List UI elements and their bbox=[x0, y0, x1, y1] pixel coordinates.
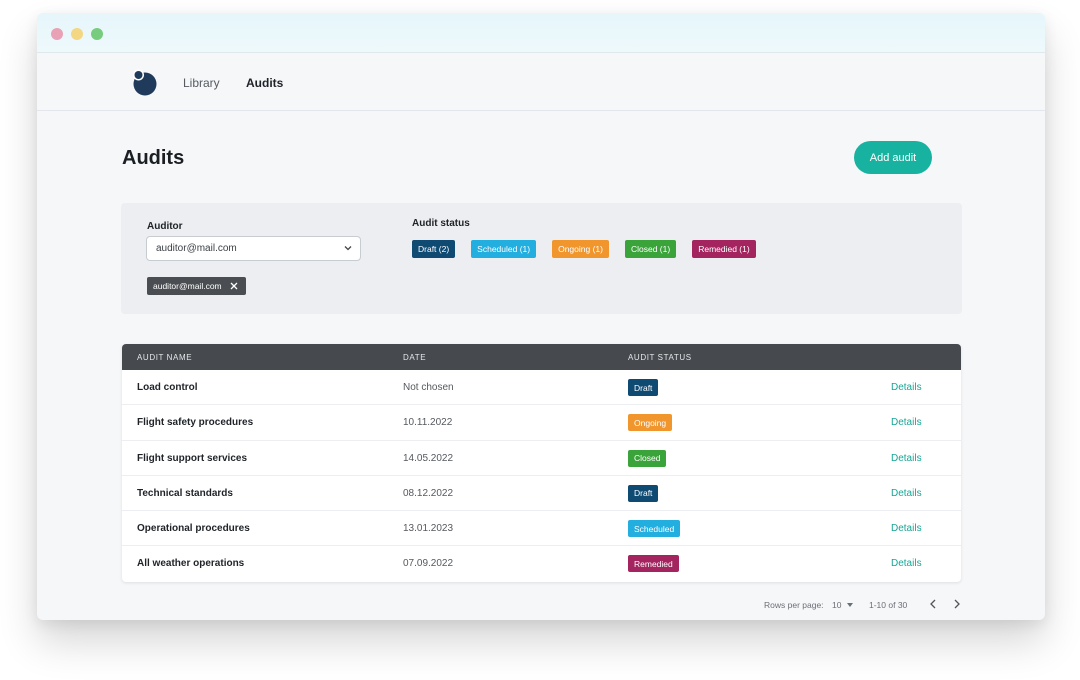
status-tag-ongoing[interactable]: Ongoing (1) bbox=[552, 240, 609, 258]
close-icon[interactable] bbox=[230, 282, 238, 290]
nav-link-audits[interactable]: Audits bbox=[246, 76, 283, 90]
nav-link-library[interactable]: Library bbox=[183, 76, 220, 90]
close-window-button[interactable] bbox=[51, 28, 63, 40]
audit-name: All weather operations bbox=[137, 558, 245, 570]
status-tag-remedied[interactable]: Remedied (1) bbox=[692, 240, 756, 258]
auditor-chip: auditor@mail.com bbox=[147, 277, 246, 295]
chevron-right-icon[interactable] bbox=[953, 599, 961, 609]
details-link[interactable]: Details bbox=[891, 382, 922, 393]
audit-date: 13.01.2023 bbox=[403, 523, 454, 535]
details-link[interactable]: Details bbox=[891, 558, 922, 569]
auditor-select-value: auditor@mail.com bbox=[156, 243, 237, 254]
table-row: All weather operations 07.09.2022 Remedi… bbox=[122, 546, 961, 581]
status-badge: Closed bbox=[628, 449, 667, 467]
status-badge: Scheduled bbox=[628, 520, 681, 538]
page-title: Audits bbox=[122, 147, 185, 169]
audit-name: Flight support services bbox=[137, 452, 248, 464]
audit-name: Load control bbox=[137, 382, 198, 393]
auditor-select[interactable]: auditor@mail.com bbox=[146, 236, 361, 261]
rows-per-page-select[interactable]: 10 bbox=[832, 600, 841, 610]
audit-date: 07.09.2022 bbox=[403, 558, 454, 570]
rows-per-page-label: Rows per page: bbox=[764, 600, 824, 610]
title-bar bbox=[37, 13, 1045, 53]
status-badge: Draft bbox=[628, 484, 659, 502]
table-row: Load control Not chosen Draft Details bbox=[122, 370, 961, 406]
app-window: Library Audits Audits Add audit Auditor … bbox=[37, 13, 1045, 620]
chevron-left-icon[interactable] bbox=[929, 599, 937, 609]
status-filter-tags: Draft (2) Scheduled (1) Ongoing (1) Clos… bbox=[412, 240, 772, 258]
audit-date: 10.11.2022 bbox=[403, 417, 453, 429]
chevron-down-icon[interactable] bbox=[847, 603, 853, 607]
audit-date: 08.12.2022 bbox=[403, 487, 454, 499]
logo-icon[interactable] bbox=[131, 68, 157, 96]
details-link[interactable]: Details bbox=[891, 523, 922, 534]
audit-date: Not chosen bbox=[403, 382, 454, 393]
minimize-window-button[interactable] bbox=[71, 28, 83, 40]
top-nav: Library Audits bbox=[37, 53, 1045, 111]
status-badge: Remedied bbox=[628, 555, 679, 573]
add-audit-button[interactable]: Add audit bbox=[854, 141, 932, 174]
table-row: Flight support services 14.05.2022 Close… bbox=[122, 441, 961, 476]
status-badge: Draft bbox=[628, 379, 659, 396]
maximize-window-button[interactable] bbox=[91, 28, 103, 40]
auditor-label: Auditor bbox=[147, 221, 183, 232]
details-link[interactable]: Details bbox=[891, 488, 922, 499]
details-link[interactable]: Details bbox=[891, 417, 922, 428]
status-tag-scheduled[interactable]: Scheduled (1) bbox=[471, 240, 537, 258]
status-tag-closed[interactable]: Closed (1) bbox=[624, 240, 677, 258]
column-header-audit-name[interactable]: AUDIT NAME bbox=[137, 353, 192, 362]
pagination-range: 1-10 of 30 bbox=[869, 600, 908, 610]
table-row: Flight safety procedures 10.11.2022 Ongo… bbox=[122, 405, 961, 441]
auditor-chip-label: auditor@mail.com bbox=[153, 281, 222, 291]
table-row: Operational procedures 13.01.2023 Schedu… bbox=[122, 511, 961, 547]
status-badge: Ongoing bbox=[628, 414, 673, 432]
table-row: Technical standards 08.12.2022 Draft Det… bbox=[122, 476, 961, 512]
table-header: AUDIT NAME DATE AUDIT STATUS bbox=[122, 344, 961, 370]
filter-panel: Auditor auditor@mail.com auditor@mail.co… bbox=[121, 203, 962, 314]
column-header-audit-status[interactable]: AUDIT STATUS bbox=[628, 353, 692, 362]
status-tag-draft[interactable]: Draft (2) bbox=[412, 240, 456, 258]
audit-status-label: Audit status bbox=[412, 218, 470, 229]
column-header-date[interactable]: DATE bbox=[403, 353, 426, 362]
audits-table: AUDIT NAME DATE AUDIT STATUS Load contro… bbox=[122, 344, 961, 582]
audit-name: Flight safety procedures bbox=[137, 417, 254, 429]
audit-name: Technical standards bbox=[137, 487, 233, 499]
audit-name: Operational procedures bbox=[137, 523, 250, 535]
details-link[interactable]: Details bbox=[891, 453, 922, 464]
chevron-down-icon bbox=[344, 246, 352, 251]
audit-date: 14.05.2022 bbox=[403, 452, 454, 464]
